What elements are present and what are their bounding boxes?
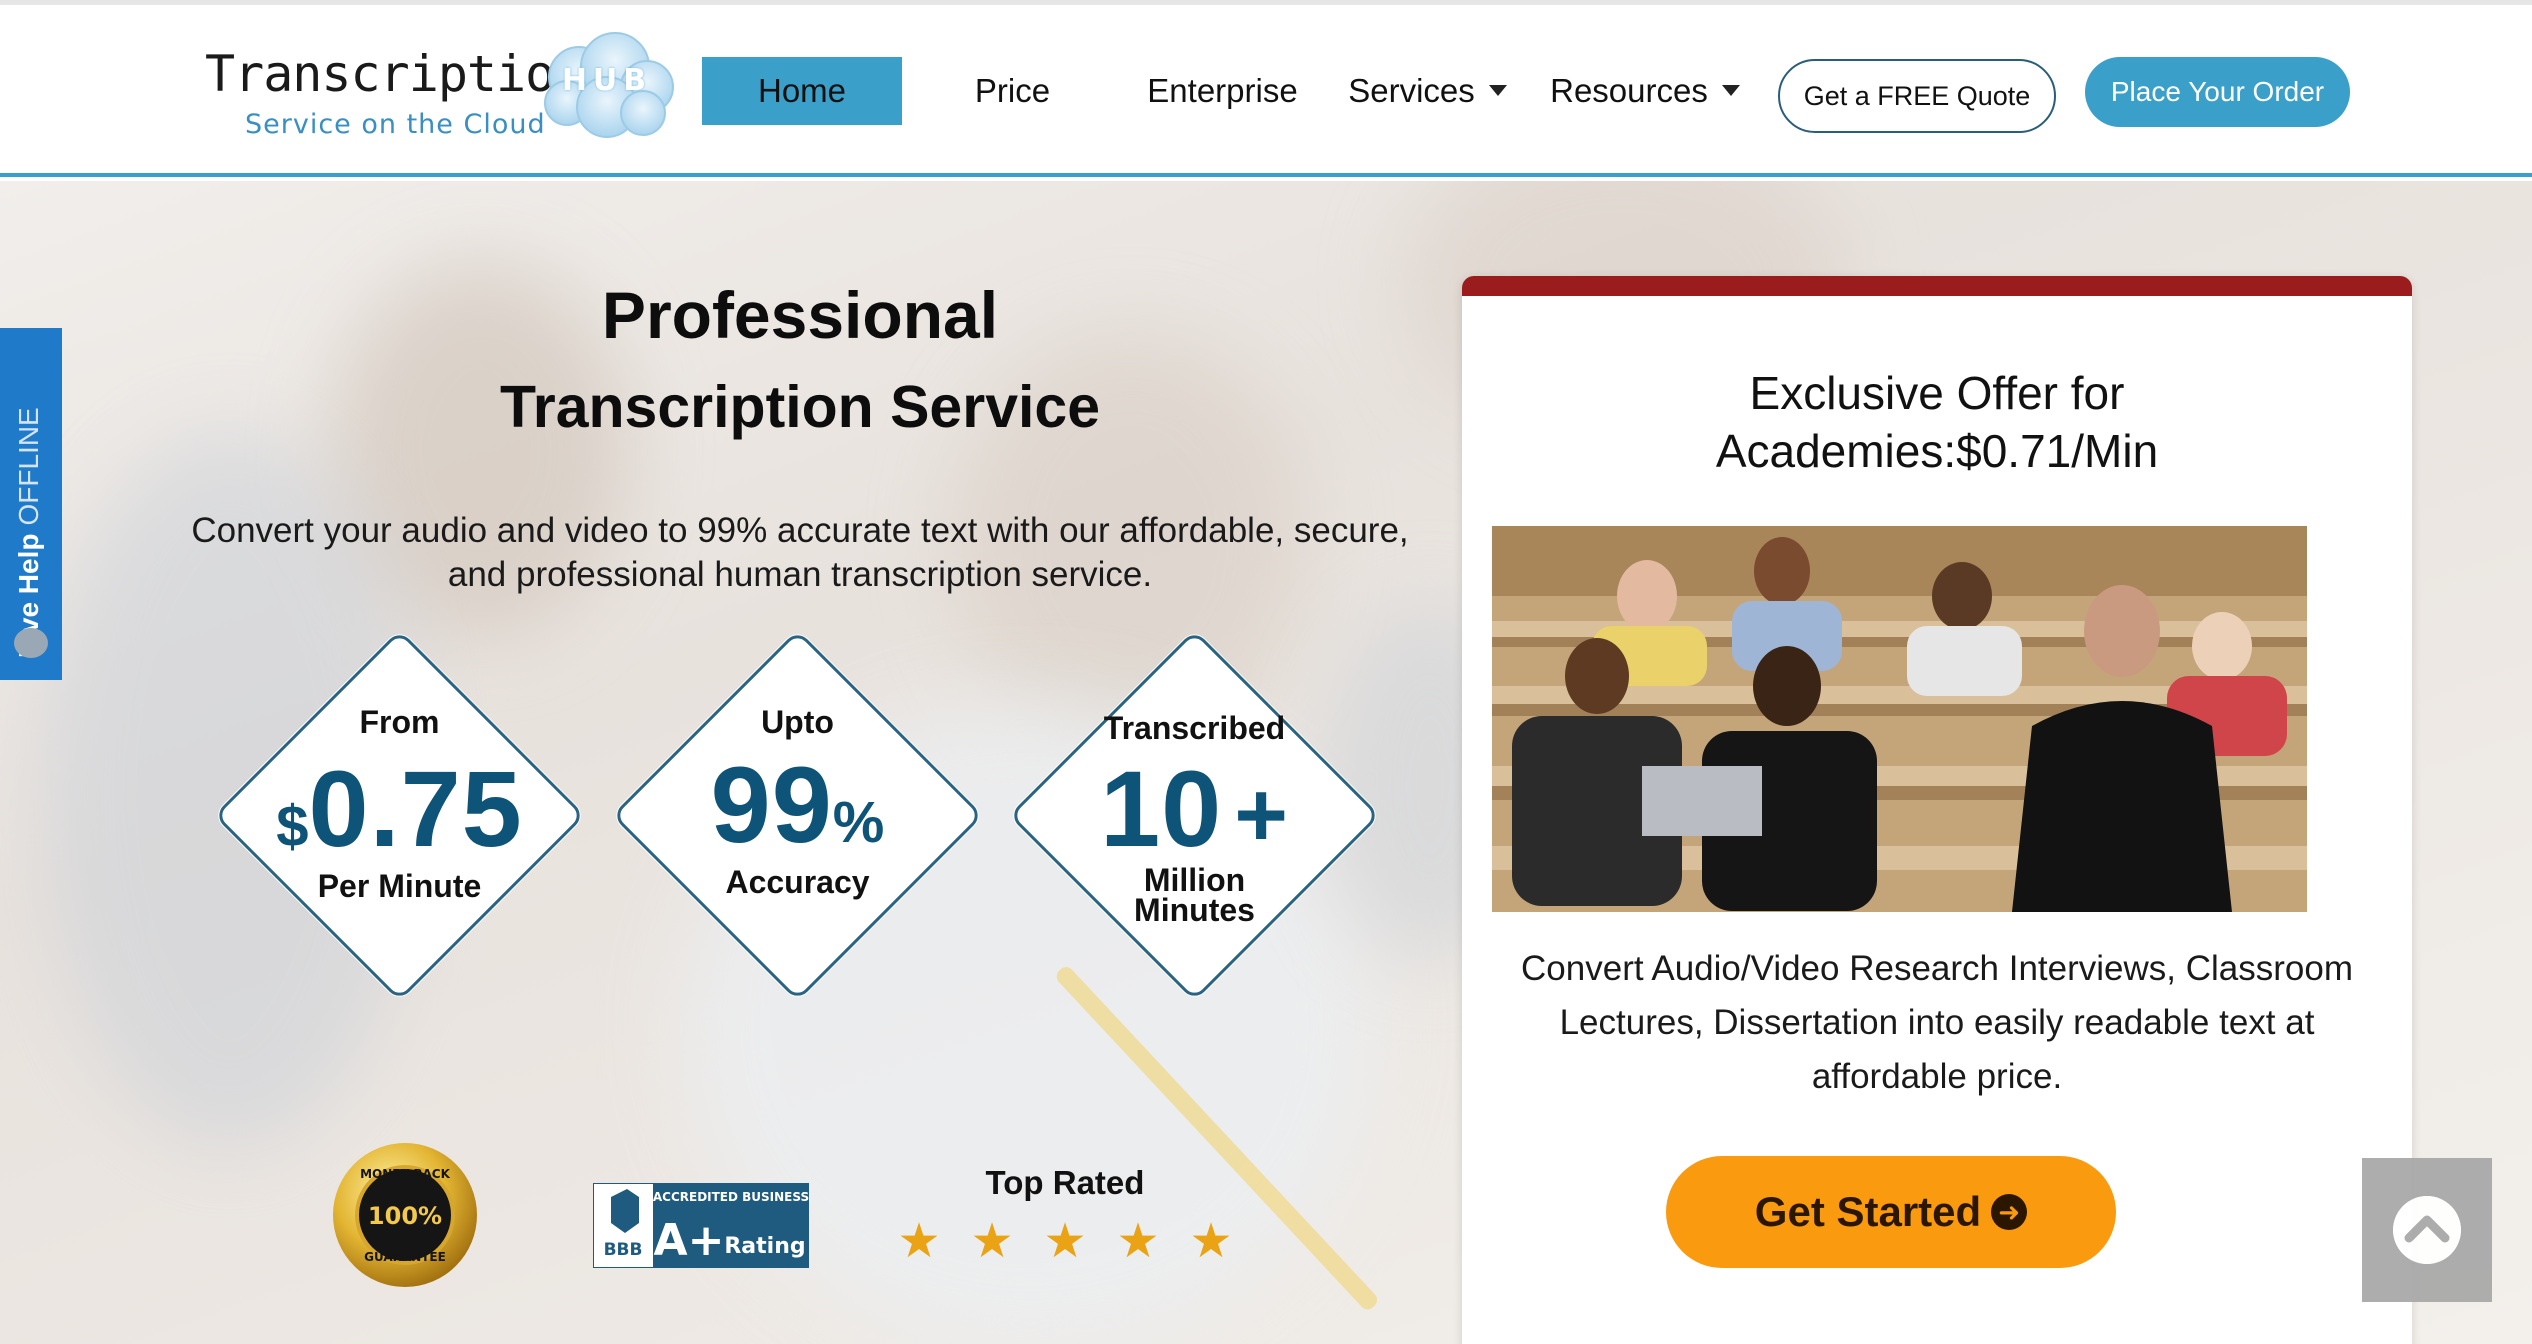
money-back-guarantee-badge: 100% MONEY BACK GUARANTEE (333, 1143, 477, 1287)
stat-price-value: $0.75 (212, 746, 587, 871)
site-logo[interactable]: Transcription HUB Service on the Cloud (205, 25, 675, 145)
hero-description: Convert your audio and video to 99% accu… (191, 511, 1409, 594)
classroom-photo (1492, 526, 2307, 912)
nav-services-label: Services (1348, 72, 1475, 109)
offer-title-line1: Exclusive Offer for (1749, 367, 2125, 419)
stat-price-prefix: $ (276, 794, 309, 859)
offer-card: Exclusive Offer for Academies:$0.71/Min (1462, 276, 2412, 1344)
stat-price-bottom: Per Minute (317, 868, 482, 904)
get-started-label: Get Started (1754, 1188, 1982, 1235)
rating-stars: ★ ★ ★ ★ ★ (895, 1218, 1235, 1268)
bbb-grade: A+ (654, 1215, 725, 1266)
stat-minutes-bottom-2: Minutes (1134, 892, 1255, 928)
offer-title: Exclusive Offer for Academies:$0.71/Min (1462, 364, 2412, 480)
logo-word: Transcription (205, 45, 584, 103)
chevron-up-icon (2393, 1196, 2461, 1264)
site-header: Transcription HUB Service on the Cloud H… (0, 5, 2532, 177)
stat-minutes-suffix: + (1234, 764, 1289, 866)
stat-minutes-value: 10 + (1007, 746, 1382, 871)
logo-hub: HUB (561, 63, 653, 98)
nav-resources-label: Resources (1550, 72, 1708, 109)
star-icon: ★ (1043, 1215, 1087, 1268)
star-icon: ★ (1116, 1215, 1160, 1268)
offer-description: Convert Audio/Video Research Interviews,… (1521, 949, 2353, 1096)
money-back-top: MONEY BACK (360, 1167, 450, 1181)
money-back-bottom: GUARANTEE (364, 1250, 446, 1264)
top-rated-label: Top Rated (985, 1164, 1145, 1201)
stat-accuracy: Upto 99% Accuracy (610, 628, 985, 1003)
money-back-pct: 100% (368, 1202, 442, 1230)
nav-price[interactable]: Price (925, 57, 1100, 125)
stat-price-number: 0.75 (308, 748, 523, 869)
stat-accuracy-bottom: Accuracy (725, 864, 870, 900)
arrow-right-circle-icon: ➜ (1991, 1193, 2028, 1230)
stat-price-top: From (359, 704, 440, 740)
chevron-down-icon (1721, 84, 1740, 96)
nav-resources[interactable]: Resources (1545, 57, 1745, 125)
bbb-rating-badge: BBB ACCREDITED BUSINESS A+ Rating (593, 1183, 809, 1268)
stat-minutes: Transcribed 10 + Million Minutes (1007, 628, 1382, 1003)
live-help-tab[interactable]: Live HelpOFFLINE (0, 328, 62, 680)
star-icon: ★ (1189, 1215, 1233, 1268)
nav-services[interactable]: Services (1345, 57, 1510, 125)
stat-minutes-top: Transcribed (1103, 710, 1286, 746)
logo-tagline: Service on the Cloud (245, 109, 546, 140)
bbb-header: ACCREDITED BUSINESS (653, 1190, 809, 1204)
stat-minutes-number: 10 (1100, 748, 1223, 869)
star-icon: ★ (970, 1215, 1014, 1268)
offer-title-line2: Academies:$0.71/Min (1715, 425, 2159, 477)
nav-home[interactable]: Home (702, 57, 902, 125)
stat-price: From $0.75 Per Minute (212, 628, 587, 1003)
get-started-button[interactable]: Get Started ➜ (1666, 1156, 2116, 1268)
bbb-rating-label: Rating (724, 1234, 805, 1259)
chat-bubble-icon (14, 628, 48, 658)
live-help-text: Live HelpOFFLINE (13, 358, 45, 658)
star-icon: ★ (897, 1215, 941, 1268)
hero-title: Professional (601, 278, 999, 352)
scroll-top-button[interactable] (2362, 1158, 2492, 1302)
nav-enterprise[interactable]: Enterprise (1130, 57, 1315, 125)
stat-accuracy-number: 99 (710, 744, 833, 865)
hero-subtitle: Transcription Service (499, 374, 1101, 440)
stat-accuracy-suffix: % (832, 790, 885, 855)
stat-accuracy-top: Upto (761, 704, 834, 740)
stat-accuracy-value: 99% (610, 742, 985, 867)
place-order-button[interactable]: Place Your Order (2085, 57, 2350, 127)
bbb-logo-text: BBB (604, 1240, 643, 1260)
live-help-status: OFFLINE (13, 407, 44, 526)
chevron-down-icon (1488, 84, 1507, 96)
free-quote-button[interactable]: Get a FREE Quote (1778, 59, 2056, 133)
